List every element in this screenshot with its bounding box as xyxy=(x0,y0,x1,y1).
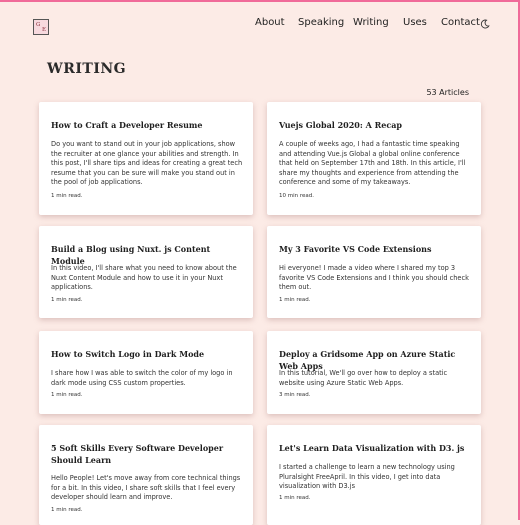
article-excerpt: I started a challenge to learn a new tec… xyxy=(279,463,455,491)
main-nav: About Speaking Writing Uses Contact xyxy=(0,17,520,33)
page-title: WRITING xyxy=(47,61,127,77)
nav-uses[interactable]: Uses xyxy=(403,17,427,28)
article-excerpt: Do you want to stand out in your job app… xyxy=(51,140,243,187)
read-time: 3 min read. xyxy=(279,392,311,398)
article-title[interactable]: Vuejs Global 2020: A Recap xyxy=(279,119,471,131)
article-card[interactable]: My 3 Favorite VS Code Extensions Hi ever… xyxy=(267,226,481,318)
article-card[interactable]: 5 Soft Skills Every Software Developer S… xyxy=(39,425,253,525)
article-title[interactable]: My 3 Favorite VS Code Extensions xyxy=(279,243,471,255)
article-title[interactable]: Let's Learn Data Visualization with D3. … xyxy=(279,442,471,454)
read-time: 1 min read. xyxy=(279,297,311,303)
article-card[interactable]: How to Switch Logo in Dark Mode I share … xyxy=(39,331,253,414)
read-time: 10 min read. xyxy=(279,193,315,199)
read-time: 1 min read. xyxy=(51,297,83,303)
moon-icon[interactable] xyxy=(480,19,490,29)
article-excerpt: Hi everyone! I made a video where I shar… xyxy=(279,264,469,292)
nav-about[interactable]: About xyxy=(255,17,285,28)
read-time: 1 min read. xyxy=(51,193,83,199)
article-excerpt: In this video, I'll share what you need … xyxy=(51,264,237,292)
article-count: 53 Articles xyxy=(426,88,469,97)
article-title[interactable]: 5 Soft Skills Every Software Developer S… xyxy=(51,442,243,466)
article-excerpt: In this tutorial, We'll go over how to d… xyxy=(279,369,448,387)
nav-writing[interactable]: Writing xyxy=(353,17,389,28)
article-title[interactable]: How to Craft a Developer Resume xyxy=(51,119,243,131)
article-title[interactable]: How to Switch Logo in Dark Mode xyxy=(51,348,243,360)
article-card[interactable]: Vuejs Global 2020: A Recap A couple of w… xyxy=(267,102,481,215)
nav-contact[interactable]: Contact xyxy=(441,17,480,28)
nav-speaking[interactable]: Speaking xyxy=(298,17,344,28)
article-card[interactable]: Deploy a Gridsome App on Azure Static We… xyxy=(267,331,481,414)
read-time: 1 min read. xyxy=(51,507,83,513)
article-card[interactable]: How to Craft a Developer Resume Do you w… xyxy=(39,102,253,215)
article-excerpt: I share how I was able to switch the col… xyxy=(51,369,233,387)
article-excerpt: Hello People! Let's move away from core … xyxy=(51,474,241,502)
article-card[interactable]: Let's Learn Data Visualization with D3. … xyxy=(267,425,481,525)
article-card[interactable]: Build a Blog using Nuxt. js Content Modu… xyxy=(39,226,253,318)
read-time: 1 min read. xyxy=(51,392,83,398)
top-accent-border xyxy=(0,0,520,2)
article-excerpt: A couple of weeks ago, I had a fantastic… xyxy=(279,140,466,187)
read-time: 1 min read. xyxy=(279,495,311,501)
